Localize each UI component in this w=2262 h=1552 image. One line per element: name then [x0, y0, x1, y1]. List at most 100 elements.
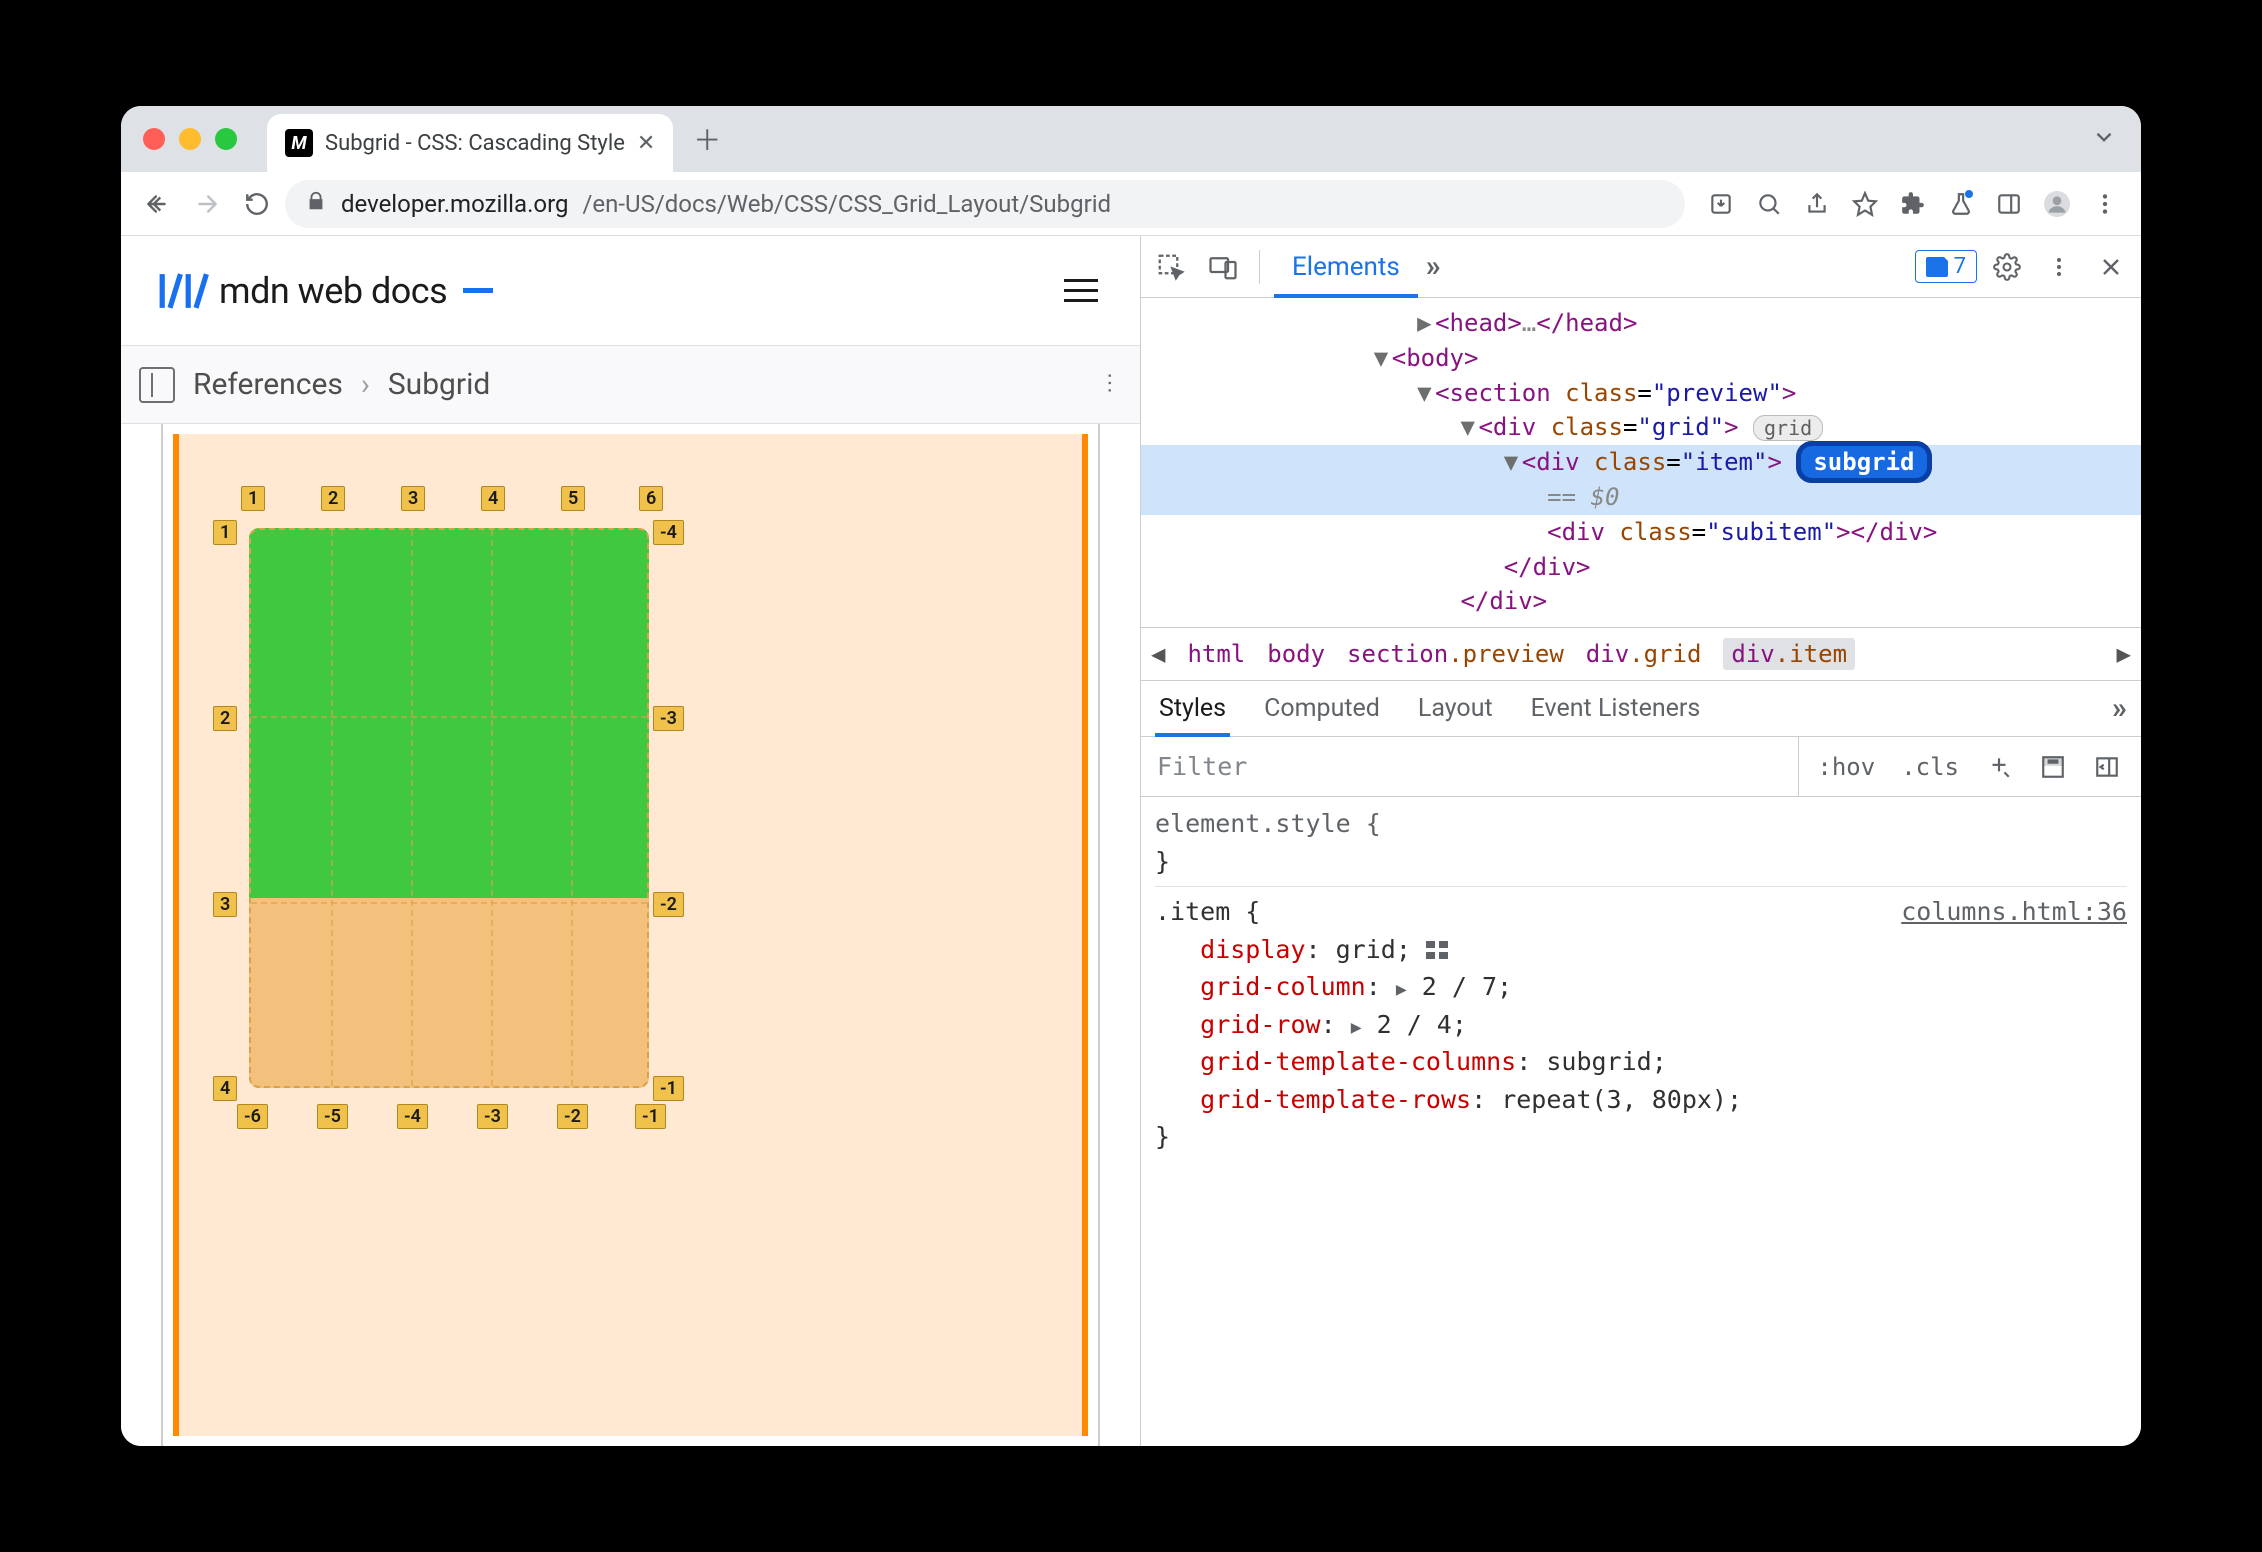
- extensions-icon[interactable]: [1891, 182, 1935, 226]
- grid-line-label: -1: [635, 1104, 666, 1129]
- styles-more-icon[interactable]: »: [2112, 691, 2127, 726]
- toolbar-actions: [1699, 182, 2127, 226]
- inspect-element-icon[interactable]: [1149, 245, 1193, 289]
- labs-icon[interactable]: [1939, 182, 1983, 226]
- dom-node-item-selected[interactable]: ▼<div class="item"> subgrid: [1141, 445, 2141, 480]
- path-scroll-left[interactable]: ◀: [1151, 640, 1165, 668]
- grid-line-label: 6: [639, 486, 663, 511]
- dom-node-body[interactable]: ▼<body>: [1141, 341, 2141, 376]
- browser-toolbar: developer.mozilla.org/en-US/docs/Web/CSS…: [121, 172, 2141, 236]
- grid-line-label: 4: [481, 486, 505, 511]
- styles-tabbar: Styles Computed Layout Event Listeners »: [1141, 681, 2141, 737]
- grid-overlay-lines: [249, 528, 649, 1088]
- computed-styles-toggle-icon[interactable]: [2031, 745, 2075, 789]
- cls-toggle[interactable]: .cls: [1893, 753, 1967, 781]
- tab-title: Subgrid - CSS: Cascading Style: [325, 131, 625, 156]
- grid-line-label: 3: [401, 486, 425, 511]
- article-actions-icon[interactable]: ⋯: [1097, 372, 1122, 397]
- sidebar-toggle-icon[interactable]: [139, 367, 175, 403]
- grid-badge[interactable]: grid: [1753, 415, 1823, 441]
- devtools-tabbar: Elements » 7: [1141, 236, 2141, 298]
- more-tabs-icon[interactable]: »: [1426, 249, 1441, 284]
- issues-badge[interactable]: 7: [1915, 250, 1977, 283]
- menu-button[interactable]: [1058, 273, 1104, 308]
- lock-icon: [305, 190, 327, 218]
- grid-demo: 1 2 3 4 5 6 1 2 3 4 -4: [173, 434, 1088, 1436]
- forward-button[interactable]: [185, 182, 229, 226]
- back-button[interactable]: [135, 182, 179, 226]
- path-div-grid[interactable]: div.grid: [1586, 640, 1702, 668]
- bookmark-icon[interactable]: [1843, 182, 1887, 226]
- subgrid-badge[interactable]: subgrid: [1796, 441, 1931, 483]
- issues-icon: [1926, 257, 1948, 277]
- new-style-rule-icon[interactable]: [1977, 745, 2021, 789]
- close-window-button[interactable]: [143, 128, 165, 150]
- grid-line-label: 4: [213, 1076, 237, 1101]
- zoom-icon[interactable]: [1747, 182, 1791, 226]
- computed-tab[interactable]: Computed: [1260, 682, 1384, 735]
- elements-tab[interactable]: Elements: [1274, 238, 1418, 296]
- url-path: /en-US/docs/Web/CSS/CSS_Grid_Layout/Subg…: [582, 190, 1111, 218]
- devtools-menu-icon[interactable]: [2037, 245, 2081, 289]
- styles-filter-input[interactable]: Filter: [1141, 737, 1799, 796]
- dom-path-bar: ◀ html body section.preview div.grid div…: [1141, 627, 2141, 681]
- mdn-brand-text: mdn web docs: [219, 270, 447, 312]
- dom-tree[interactable]: ▶<head>…</head> ▼<body> ▼<section class=…: [1141, 298, 2141, 627]
- browser-window: M Subgrid - CSS: Cascading Style ✕ ＋ dev…: [121, 106, 2141, 1446]
- settings-icon[interactable]: [1985, 245, 2029, 289]
- page-content: mdn web docs References › Subgrid ⋯: [121, 236, 1141, 1446]
- path-scroll-right[interactable]: ▶: [2117, 640, 2131, 668]
- path-body[interactable]: body: [1267, 640, 1325, 668]
- url-host: developer.mozilla.org: [341, 190, 568, 218]
- styles-tab[interactable]: Styles: [1155, 682, 1230, 735]
- path-section[interactable]: section.preview: [1347, 640, 1564, 668]
- address-bar[interactable]: developer.mozilla.org/en-US/docs/Web/CSS…: [285, 180, 1685, 228]
- dom-node-grid[interactable]: ▼<div class="grid"> grid: [1141, 410, 2141, 445]
- tab-close-icon[interactable]: ✕: [637, 131, 655, 156]
- install-icon[interactable]: [1699, 182, 1743, 226]
- browser-tab[interactable]: M Subgrid - CSS: Cascading Style ✕: [267, 114, 673, 172]
- issues-count: 7: [1954, 254, 1966, 279]
- side-panel-icon[interactable]: [1987, 182, 2031, 226]
- dom-node-head[interactable]: ▶<head>…</head>: [1141, 306, 2141, 341]
- grid-line-label: 5: [561, 486, 585, 511]
- reload-button[interactable]: [235, 182, 279, 226]
- minimize-window-button[interactable]: [179, 128, 201, 150]
- dom-node-section[interactable]: ▼<section class="preview">: [1141, 376, 2141, 411]
- window-controls: [143, 128, 237, 150]
- styles-sidebar-toggle-icon[interactable]: [2085, 745, 2129, 789]
- grid-line-label: 1: [213, 520, 237, 545]
- profile-icon[interactable]: [2035, 182, 2079, 226]
- grid-line-label: -4: [653, 520, 684, 545]
- grid-line-label: -2: [653, 892, 684, 917]
- grid-line-label: -6: [237, 1104, 268, 1129]
- chevron-right-icon: ›: [361, 367, 370, 402]
- dom-node-close1[interactable]: </div>: [1141, 550, 2141, 585]
- mdn-underscore: [463, 288, 493, 293]
- page-header: mdn web docs: [121, 236, 1140, 346]
- dom-node-eq0: == $0: [1141, 480, 2141, 515]
- device-toolbar-icon[interactable]: [1201, 245, 1245, 289]
- layout-tab[interactable]: Layout: [1414, 682, 1497, 735]
- tabs-dropdown-icon[interactable]: [2091, 124, 2117, 154]
- rule-source-link[interactable]: columns.html:36: [1901, 893, 2127, 931]
- grid-line-label: -1: [653, 1076, 684, 1101]
- devtools-close-icon[interactable]: [2089, 245, 2133, 289]
- dom-node-close2[interactable]: </div>: [1141, 584, 2141, 619]
- grid-line-label: -4: [397, 1104, 428, 1129]
- path-div-item[interactable]: div.item: [1723, 638, 1855, 670]
- chrome-menu-icon[interactable]: [2083, 182, 2127, 226]
- new-tab-button[interactable]: ＋: [685, 117, 729, 161]
- path-html[interactable]: html: [1187, 640, 1245, 668]
- styles-rules[interactable]: element.style { } .item {columns.html:36…: [1141, 797, 2141, 1164]
- hov-toggle[interactable]: :hov: [1809, 753, 1883, 781]
- styles-filter-bar: Filter :hov .cls: [1141, 737, 2141, 797]
- grid-editor-icon[interactable]: [1426, 941, 1448, 959]
- share-icon[interactable]: [1795, 182, 1839, 226]
- mdn-favicon: M: [285, 129, 313, 157]
- event-listeners-tab[interactable]: Event Listeners: [1527, 682, 1705, 735]
- dom-node-subitem[interactable]: <div class="subitem"></div>: [1141, 515, 2141, 550]
- maximize-window-button[interactable]: [215, 128, 237, 150]
- breadcrumb-root[interactable]: References: [193, 367, 343, 402]
- mdn-logo[interactable]: mdn web docs: [157, 270, 493, 312]
